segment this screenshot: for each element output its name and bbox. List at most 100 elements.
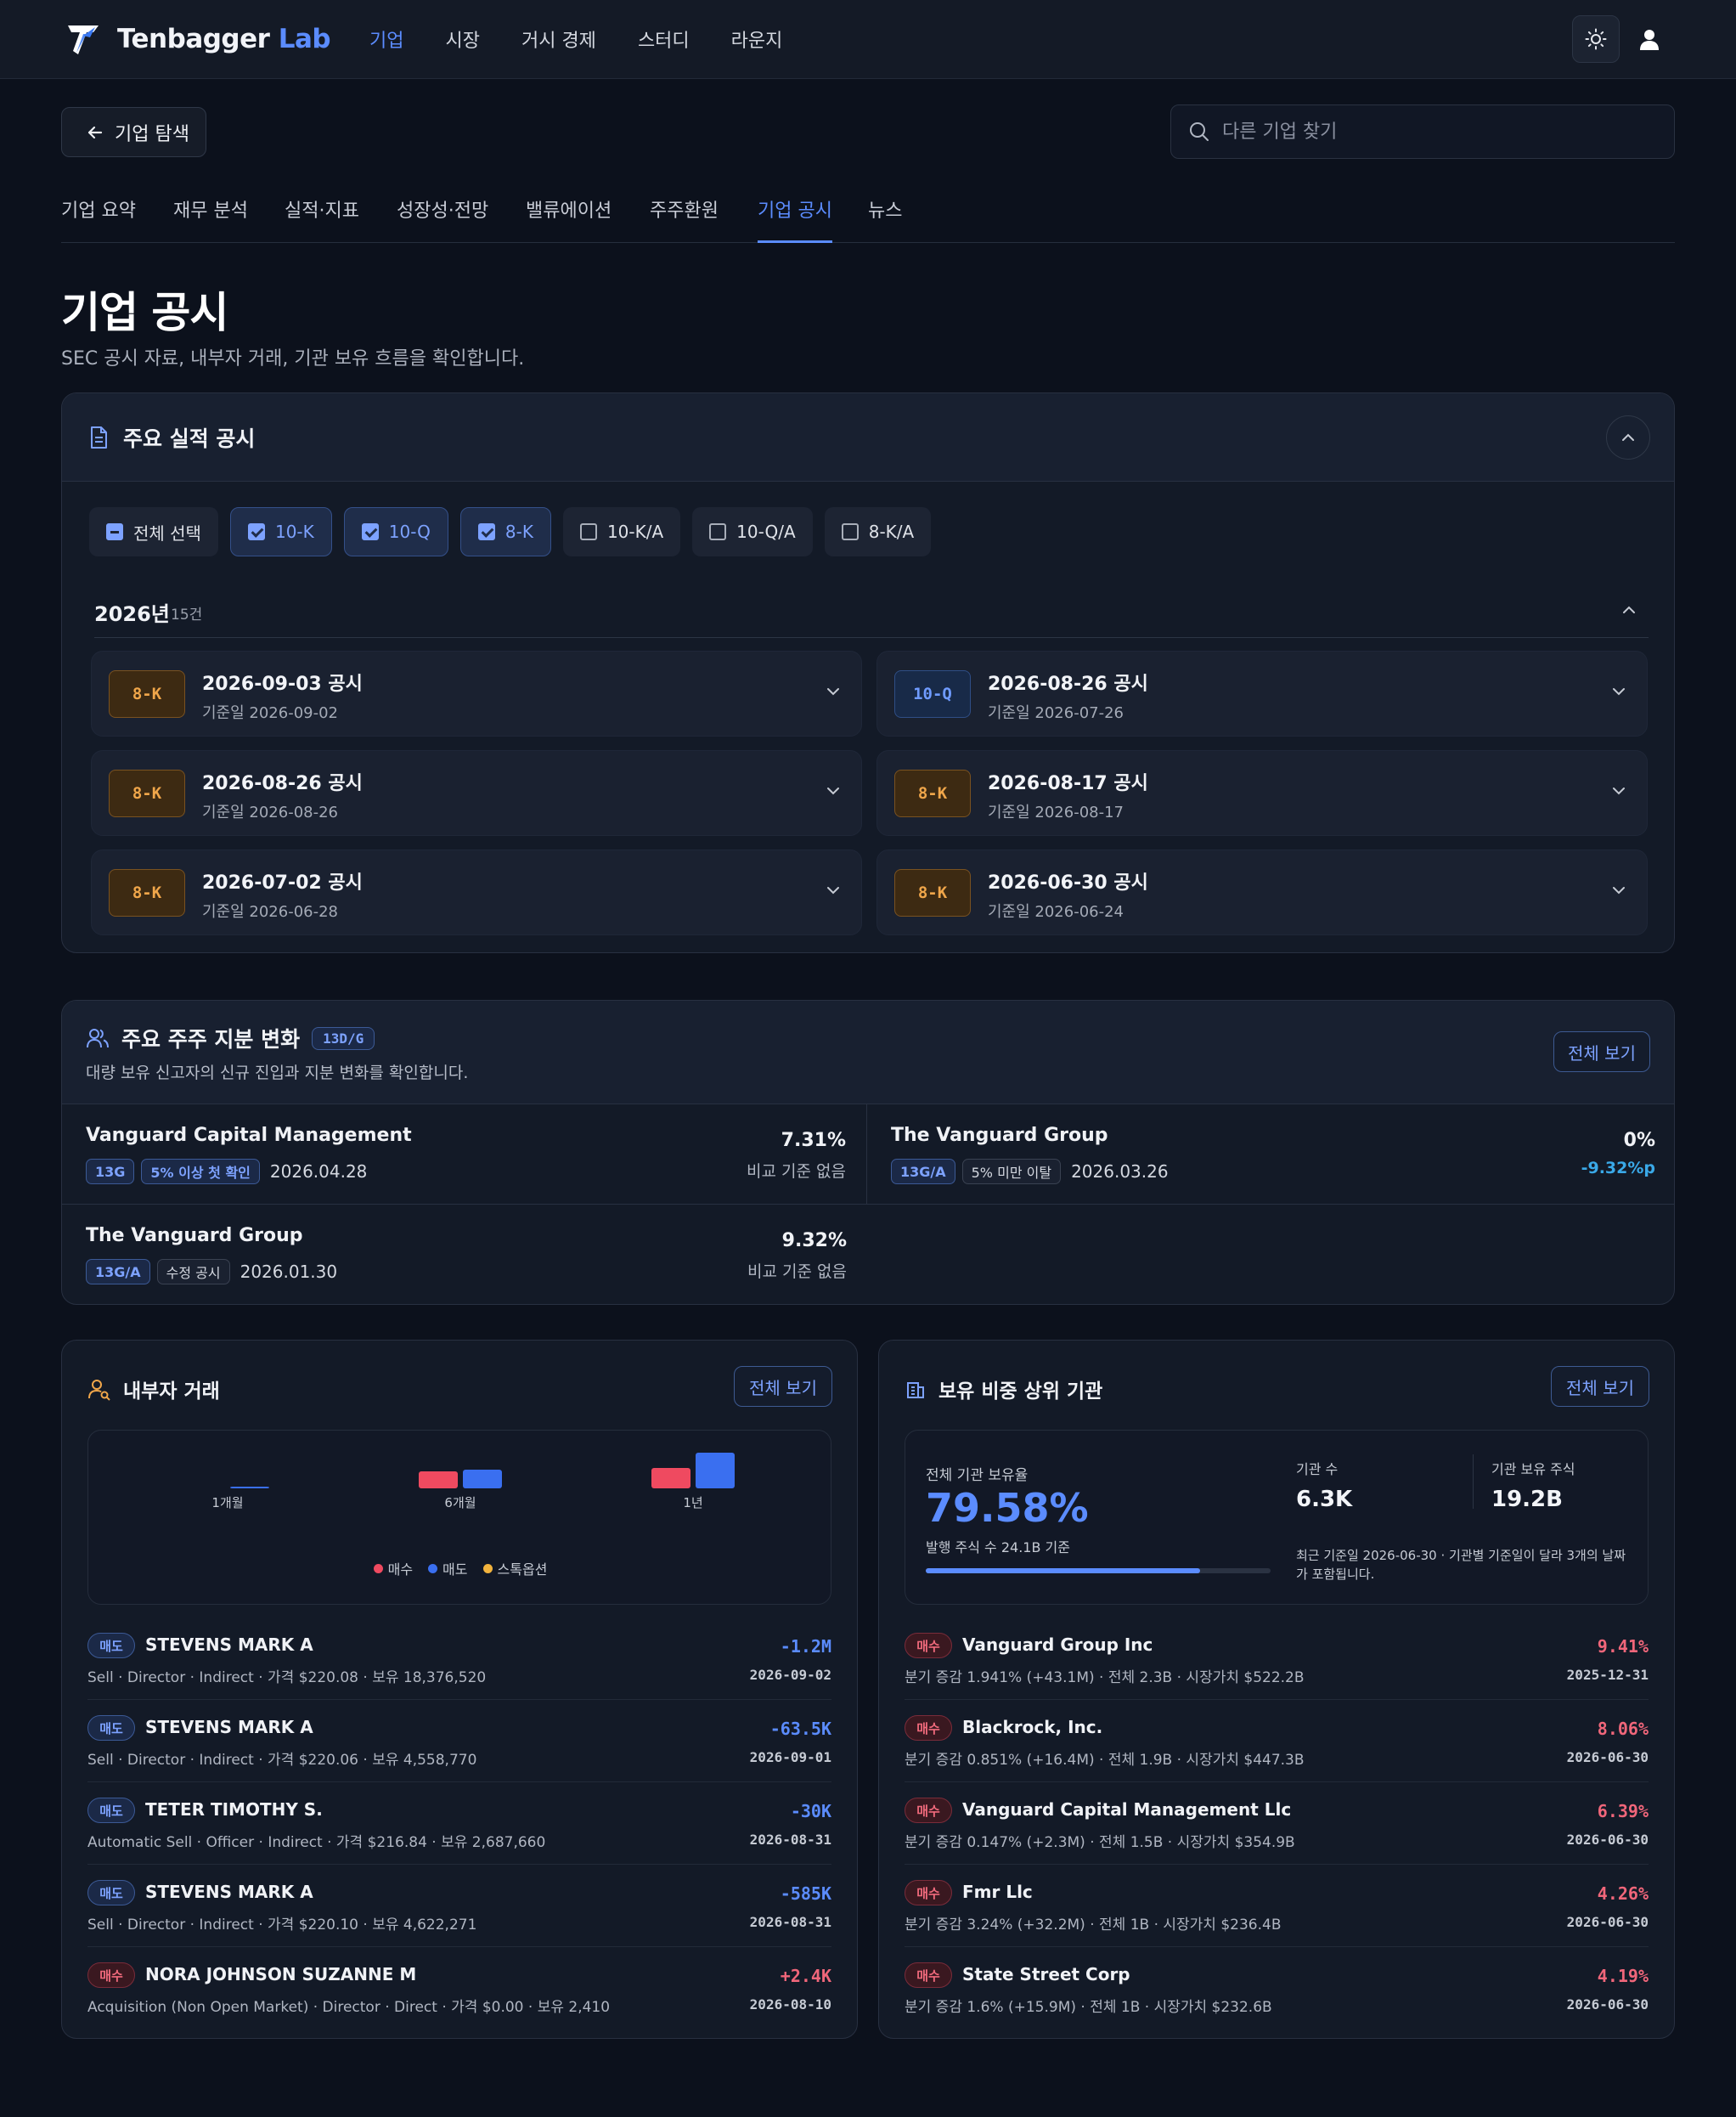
- view-all-button[interactable]: 전체 보기: [1553, 1031, 1650, 1072]
- view-all-button[interactable]: 전체 보기: [734, 1366, 832, 1407]
- nav-item-company[interactable]: 기업: [369, 25, 403, 53]
- tab-summary[interactable]: 기업 요약: [61, 195, 136, 243]
- side-badge: 매수: [905, 1798, 952, 1823]
- holders-title-wrap: 주요 주주 지분 변화 13D/G: [86, 1023, 375, 1053]
- holder-item[interactable]: The Vanguard Group 13G/A 수정 공시 2026.01.3…: [62, 1205, 867, 1304]
- holder-tags: 13G/A 5% 미만 이탈 2026.03.26: [891, 1159, 1169, 1184]
- filing-item[interactable]: 8-K 2026-08-17 공시 기준일 2026-08-17: [876, 750, 1648, 836]
- year-group-header[interactable]: 2026년 15건: [94, 597, 1649, 638]
- institution-row[interactable]: 매수 Vanguard Group Inc 분기 증감 1.941% (+43.…: [905, 1617, 1649, 1700]
- insider-row[interactable]: 매도 STEVENS MARK A Sell · Director · Indi…: [87, 1617, 831, 1700]
- page-subtitle: SEC 공시 자료, 내부자 거래, 기관 보유 흐름을 확인합니다.: [61, 348, 525, 370]
- institution-pct: 9.41%: [1597, 1636, 1649, 1657]
- user-icon: [1640, 30, 1659, 50]
- sun-icon: [1585, 28, 1607, 50]
- insider-date: 2026-09-02: [749, 1667, 831, 1683]
- insider-trading-card: 내부자 거래 전체 보기 1개월 6개월 1년 매수 매도 스톡옵션 매도 STEV…: [61, 1340, 858, 2039]
- insider-name: STEVENS MARK A: [145, 1717, 313, 1737]
- tab-shareholder-return[interactable]: 주주환원: [650, 195, 719, 243]
- holder-pct: 0%: [1623, 1130, 1655, 1151]
- filing-item[interactable]: 8-K 2026-08-26 공시 기준일 2026-08-26: [91, 750, 862, 836]
- institution-detail: 분기 증감 0.851% (+16.4M) · 전체 1.9B · 시장가치 $…: [905, 1752, 1305, 1769]
- page-title: 기업 공시: [61, 288, 228, 337]
- checkbox-checked-icon: [247, 523, 265, 540]
- form-tag: 13G: [86, 1159, 135, 1184]
- insider-detail: Sell · Director · Indirect · 가격 $220.08 …: [87, 1669, 487, 1686]
- form-badge: 13D/G: [312, 1026, 375, 1050]
- insider-date: 2026-09-01: [749, 1749, 831, 1765]
- nav-item-study[interactable]: 스터디: [638, 25, 690, 53]
- filing-base-date: 기준일 2026-08-26: [202, 804, 339, 821]
- stat-label: 기관 수: [1296, 1461, 1339, 1477]
- filing-item[interactable]: 8-K 2026-07-02 공시 기준일 2026-06-28: [91, 850, 862, 935]
- tab-valuation[interactable]: 밸류에이션: [526, 195, 612, 243]
- year-label: 2026년: [94, 602, 170, 626]
- logo[interactable]: Tenbagger Lab: [65, 19, 331, 59]
- holders-header: 주요 주주 지분 변화 13D/G 대량 보유 신고자의 신규 진입과 지분 변…: [62, 1001, 1674, 1104]
- view-all-button[interactable]: 전체 보기: [1551, 1366, 1649, 1407]
- brand-name: Tenbagger Lab: [117, 24, 331, 54]
- search-icon: [1190, 122, 1209, 141]
- insider-name: STEVENS MARK A: [145, 1634, 313, 1655]
- filter-8ka[interactable]: 8-K/A: [824, 507, 932, 556]
- stat-divider: [1473, 1454, 1474, 1509]
- tab-growth[interactable]: 성장성·전망: [397, 195, 488, 243]
- institution-date: 2026-06-30: [1566, 1832, 1649, 1848]
- filter-8k[interactable]: 8-K: [459, 507, 551, 556]
- user-button[interactable]: [1626, 15, 1673, 63]
- filter-10qa[interactable]: 10-Q/A: [692, 507, 813, 556]
- nav-item-market[interactable]: 시장: [445, 25, 479, 53]
- tab-earnings[interactable]: 실적·지표: [285, 195, 359, 243]
- users-icon: [87, 1029, 109, 1048]
- institution-row[interactable]: 매수 Blackrock, Inc. 분기 증감 0.851% (+16.4M)…: [905, 1700, 1649, 1782]
- filing-item[interactable]: 8-K 2026-09-03 공시 기준일 2026-09-02: [91, 651, 862, 737]
- filing-item[interactable]: 8-K 2026-06-30 공시 기준일 2026-06-24: [876, 850, 1648, 935]
- back-button[interactable]: 기업 탐색: [61, 107, 206, 157]
- institution-detail: 분기 증감 1.6% (+15.9M) · 전체 1B · 시장가치 $232.…: [905, 1999, 1272, 2016]
- institution-count: 기관 수 6.3K: [1296, 1458, 1352, 1512]
- filings-title-wrap: 주요 실적 공시: [87, 422, 255, 453]
- insider-row[interactable]: 매도 STEVENS MARK A Sell · Director · Indi…: [87, 1865, 831, 1947]
- filter-10q[interactable]: 10-Q: [343, 507, 448, 556]
- institution-pct: 4.26%: [1597, 1883, 1649, 1904]
- insider-row[interactable]: 매수 NORA JOHNSON SUZANNE M Acquisition (N…: [87, 1947, 831, 2029]
- company-search[interactable]: [1170, 104, 1675, 159]
- x-tick-label: 6개월: [444, 1495, 476, 1510]
- tab-disclosures[interactable]: 기업 공시: [758, 195, 832, 243]
- insider-bar-chart: 1개월 6개월 1년: [211, 1453, 735, 1510]
- collapse-button[interactable]: [1606, 415, 1650, 460]
- holders-title: 주요 주주 지분 변화: [121, 1027, 301, 1052]
- year-count: 15건: [171, 607, 203, 624]
- institution-summary: 전체 기관 보유율 79.58% 발행 주식 수 24.1B 기준 기관 수 6…: [905, 1430, 1649, 1605]
- tab-news[interactable]: 뉴스: [868, 195, 902, 243]
- theme-toggle-button[interactable]: [1572, 15, 1620, 63]
- insider-row[interactable]: 매도 TETER TIMOTHY S. Automatic Sell · Off…: [87, 1782, 831, 1865]
- institution-row[interactable]: 매수 Fmr Llc 분기 증감 3.24% (+32.2M) · 전체 1B …: [905, 1865, 1649, 1947]
- side-badge: 매수: [905, 1633, 952, 1658]
- nav-item-lounge[interactable]: 라운지: [731, 25, 783, 53]
- filter-10ka[interactable]: 10-K/A: [562, 507, 681, 556]
- filter-label: 10-Q: [388, 522, 431, 542]
- filter-select-all[interactable]: 전체 선택: [89, 507, 218, 556]
- institution-name: Fmr Llc: [962, 1882, 1033, 1902]
- institution-row[interactable]: 매수 State Street Corp 분기 증감 1.6% (+15.9M)…: [905, 1947, 1649, 2029]
- tab-financials[interactable]: 재무 분석: [173, 195, 248, 243]
- chevron-down-icon: [1613, 788, 1625, 795]
- filing-item[interactable]: 10-Q 2026-08-26 공시 기준일 2026-07-26: [876, 651, 1648, 737]
- institution-row[interactable]: 매수 Vanguard Capital Management Llc 분기 증감…: [905, 1782, 1649, 1865]
- insider-detail: Acquisition (Non Open Market) · Director…: [87, 1999, 611, 2016]
- side-badge: 매도: [87, 1880, 135, 1905]
- holder-item[interactable]: The Vanguard Group 13G/A 5% 미만 이탈 2026.0…: [867, 1104, 1674, 1205]
- checkbox-empty-icon: [579, 523, 597, 540]
- filing-title: 2026-08-17 공시: [988, 773, 1148, 794]
- holder-compare: 비교 기준 없음: [747, 1162, 846, 1181]
- filter-10k[interactable]: 10-K: [229, 507, 332, 556]
- legend-dot: [482, 1563, 493, 1573]
- checkbox-checked-icon: [361, 523, 379, 540]
- chevron-down-icon: [1613, 887, 1625, 895]
- search-input[interactable]: [1222, 121, 1647, 143]
- insider-row[interactable]: 매도 STEVENS MARK A Sell · Director · Indi…: [87, 1700, 831, 1782]
- holder-date: 2026.03.26: [1071, 1161, 1169, 1182]
- nav-item-macro[interactable]: 거시 경제: [521, 25, 596, 53]
- holder-item[interactable]: Vanguard Capital Management 13G 5% 이상 첫 …: [62, 1104, 867, 1205]
